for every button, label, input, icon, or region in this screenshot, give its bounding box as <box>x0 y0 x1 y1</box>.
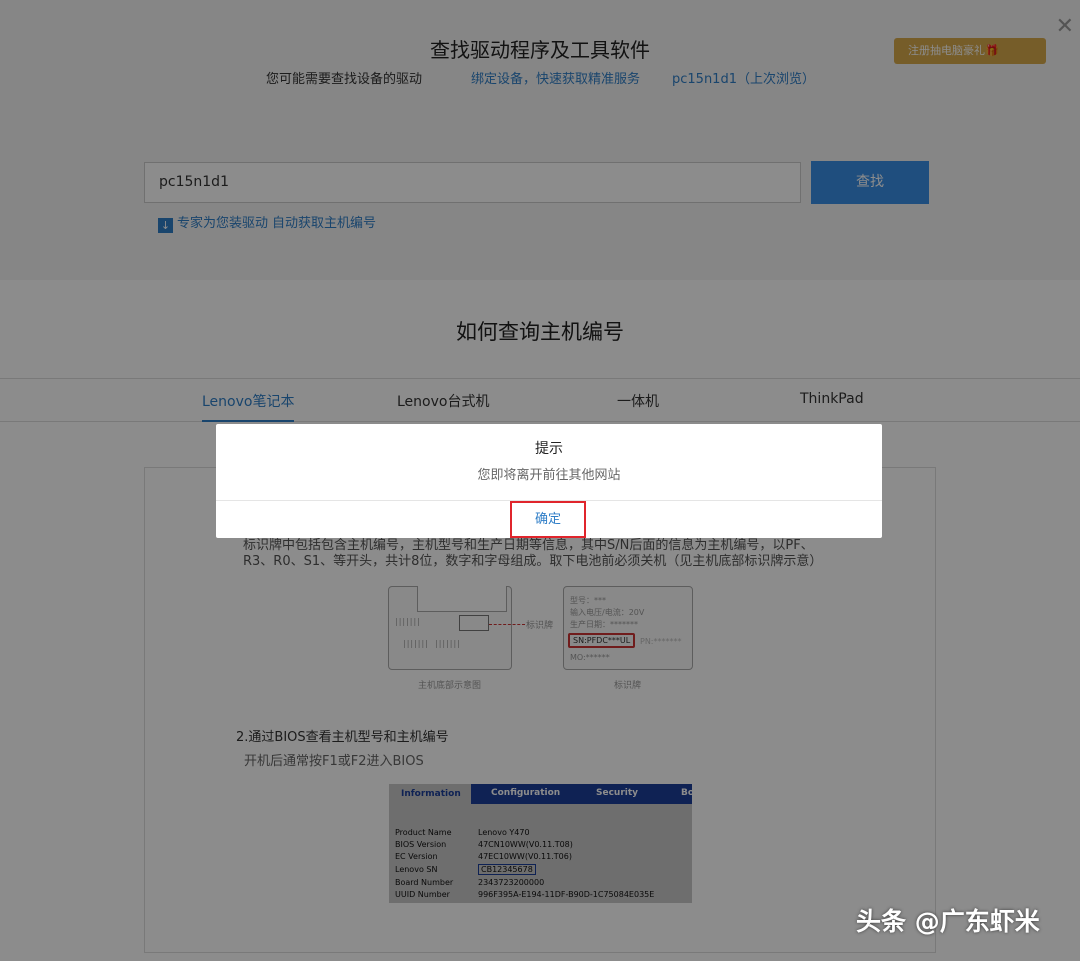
dialog-title: 提示 <box>216 438 882 458</box>
dialog-message: 您即将离开前往其他网站 <box>216 464 882 483</box>
watermark: 头条 @广东虾米 <box>856 902 1040 938</box>
confirm-button[interactable]: 确定 <box>510 501 586 538</box>
leave-site-dialog: 提示 您即将离开前往其他网站 确定 <box>216 424 882 538</box>
